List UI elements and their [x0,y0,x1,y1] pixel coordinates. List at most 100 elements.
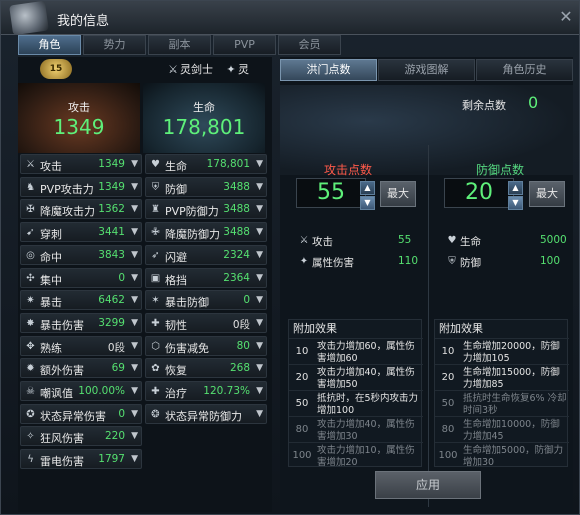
effect-value: 5000 [540,234,567,246]
tab-game-guide[interactable]: 游戏图解 [378,59,475,81]
stat-row[interactable]: ✙ 降魔防御力 3488 ▼ [145,222,267,243]
stat-row[interactable]: ♥ 生命 178,801 ▼ [145,154,267,174]
heart-icon: ♥ [447,235,457,246]
expand-arrow-icon[interactable]: ▼ [256,363,263,373]
skill-icon: ✥ [26,340,35,352]
expand-arrow-icon[interactable]: ▼ [256,159,263,169]
stat-row[interactable]: ♜ PVP防御力 3488 ▼ [145,199,267,220]
stat-name: 格挡 [165,273,187,287]
stat-name: 防御 [165,182,187,196]
stat-row[interactable]: ✚ 治疗 120.73% ▼ [145,381,267,401]
stat-row[interactable]: ✶ 暴击防御 0 ▼ [145,290,267,311]
expand-arrow-icon[interactable]: ▼ [131,250,138,260]
stat-row[interactable]: ✿ 恢复 268 ▼ [145,358,267,379]
title-bar[interactable]: 我的信息 ✕ [1,0,579,36]
stat-name: 降魔防御力 [165,228,220,242]
expand-arrow-icon[interactable]: ▼ [131,454,138,464]
demon-attack-icon: ✠ [26,204,35,216]
block-icon: ▣ [150,272,161,284]
attack-points-up-button[interactable]: ▲ [360,181,375,195]
expand-arrow-icon[interactable]: ▼ [256,341,263,351]
bonus-level: 20 [295,372,309,383]
expand-arrow-icon[interactable]: ▼ [256,318,263,328]
stat-value: 69 [111,362,125,375]
attack-bonus-box: 附加效果 10 攻击力增加60，属性伤害增加60 20 攻击力增加40，属性伤害增加5… [288,319,423,468]
stat-name: 熟练 [40,341,62,355]
expand-arrow-icon[interactable]: ▼ [131,159,138,169]
stat-name: 嘲讽值 [40,387,73,400]
expand-arrow-icon[interactable]: ▼ [131,318,138,328]
attack-points-down-button[interactable]: ▼ [360,196,375,210]
stat-row[interactable]: ✥ 熟练 0段 ▼ [20,335,142,356]
stat-row[interactable]: ➹ 穿刺 3441 ▼ [20,222,142,243]
stat-row[interactable]: ⚔ 攻击 1349 ▼ [20,154,142,174]
stat-row[interactable]: ✷ 暴击 6462 ▼ [20,290,142,311]
expand-arrow-icon[interactable]: ▼ [131,431,138,441]
stat-row[interactable]: ▣ 格挡 2364 ▼ [145,267,267,288]
defense-points-down-button[interactable]: ▼ [508,196,523,210]
stat-row[interactable]: ⬡ 伤害减免 80 ▼ [145,335,267,356]
attack-summary-label: 攻击 [68,101,90,114]
stat-row[interactable]: ◎ 命中 3843 ▼ [20,244,142,265]
stat-row[interactable]: ☠ 嘲讽值 100.00% ▼ [20,381,142,401]
stat-value: 268 [229,362,250,375]
stat-row[interactable]: ✠ 降魔攻击力 1362 ▼ [20,199,142,220]
expand-arrow-icon[interactable]: ▼ [131,182,138,192]
stat-value: 3488 [223,180,250,193]
stat-row[interactable]: ✧ 狂风伤害 220 ▼ [20,426,142,447]
defense-points-max-button[interactable]: 最大 [529,181,565,207]
stat-row[interactable]: ➶ 闪避 2324 ▼ [145,244,267,265]
tab-faction[interactable]: 势力 [83,35,146,55]
stat-row[interactable]: ♞ PVP攻击力 1349 ▼ [20,176,142,197]
stat-value: 0段 [232,318,250,331]
tab-character-history[interactable]: 角色历史 [476,59,573,81]
bonus-row: 10 攻击力增加60，属性伤害增加60 [289,338,423,366]
stat-row[interactable]: ✪ 状态异常伤害 0 ▼ [20,403,142,424]
stat-row[interactable]: ✹ 额外伤害 69 ▼ [20,358,142,379]
bonus-row: 50 抵抗时生命恢复6% 冷却时间3秒 [435,390,569,418]
expand-arrow-icon[interactable]: ▼ [131,409,138,419]
expand-arrow-icon[interactable]: ▼ [256,273,263,283]
bonus-text: 攻击力增加40，属性伤害增加30 [317,419,415,442]
expand-arrow-icon[interactable]: ▼ [131,227,138,237]
expand-arrow-icon[interactable]: ▼ [131,204,138,214]
stat-row[interactable]: ✸ 暴击伤害 3299 ▼ [20,312,142,333]
expand-arrow-icon[interactable]: ▼ [131,363,138,373]
sword-icon: ⚔ [168,63,178,76]
attack-points-input[interactable]: 55 [296,178,366,208]
stat-name: PVP攻击力 [40,182,94,196]
expand-arrow-icon[interactable]: ▼ [256,386,263,396]
attack-bonus-title: 附加效果 [293,322,337,335]
tab-dungeon[interactable]: 副本 [148,35,211,55]
expand-arrow-icon[interactable]: ▼ [256,409,263,419]
expand-arrow-icon[interactable]: ▼ [256,227,263,237]
stat-row[interactable]: ϟ 雷电伤害 1797 ▼ [20,449,142,470]
stat-row[interactable]: ❂ 状态异常防御力 ▼ [145,403,267,424]
tab-pvp[interactable]: PVP [213,35,276,55]
defense-points-input[interactable]: 20 [444,178,514,208]
tab-character[interactable]: 角色 [18,35,81,55]
defense-points-up-button[interactable]: ▲ [508,181,523,195]
stat-row[interactable]: ✚ 韧性 0段 ▼ [145,312,267,333]
attack-points-max-button[interactable]: 最大 [380,181,416,207]
expand-arrow-icon[interactable]: ▼ [131,273,138,283]
close-icon[interactable]: ✕ [557,8,575,26]
stat-row[interactable]: ✣ 集中 0 ▼ [20,267,142,288]
tab-membership[interactable]: 会员 [278,35,341,55]
effect-row: ⚔ 攻击 55 [298,234,418,250]
effect-name: 攻击 [312,236,333,248]
expand-arrow-icon[interactable]: ▼ [131,341,138,351]
expand-arrow-icon[interactable]: ▼ [256,250,263,260]
stat-value: 0 [243,294,250,307]
expand-arrow-icon[interactable]: ▼ [256,204,263,214]
bonus-level: 10 [441,346,455,357]
apply-button[interactable]: 应用 [375,471,481,499]
stat-name: 闪避 [165,250,187,264]
expand-arrow-icon[interactable]: ▼ [256,295,263,305]
stat-row[interactable]: ⛨ 防御 3488 ▼ [145,176,267,197]
crit-icon: ✷ [26,295,35,307]
expand-arrow-icon[interactable]: ▼ [131,295,138,305]
tab-hongmen-points[interactable]: 洪门点数 [280,59,377,81]
expand-arrow-icon[interactable]: ▼ [256,182,263,192]
expand-arrow-icon[interactable]: ▼ [131,386,138,396]
